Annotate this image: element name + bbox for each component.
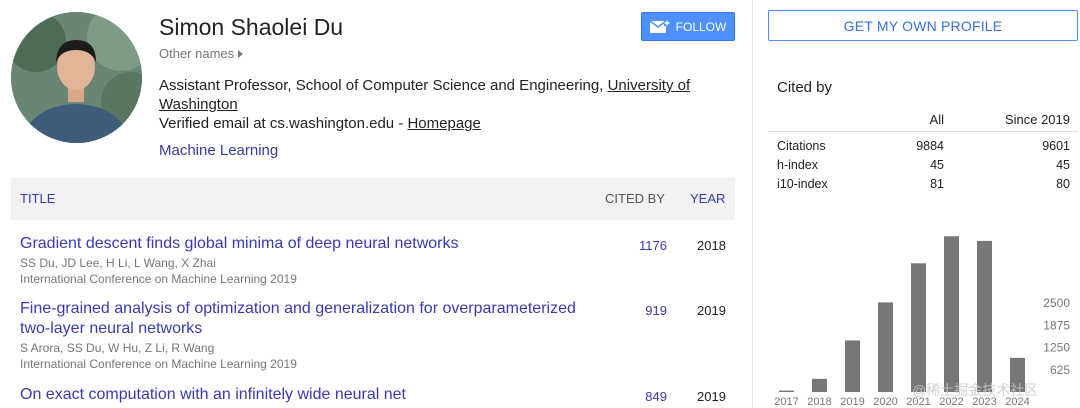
stats-since-value: 80 (1056, 177, 1070, 191)
y-tick-label: 2500 (1043, 296, 1070, 310)
watermark-text: @稀土掘金技术社区 (912, 382, 1039, 398)
citation-stats-table: All Since 2019 Citations 9884 9601 h-ind… (768, 108, 1078, 193)
cited-by-heading: Cited by (777, 79, 833, 96)
citation-bar-2020[interactable] (878, 302, 893, 392)
article-cited-count[interactable]: 849 (617, 389, 667, 404)
article-year: 2019 (697, 389, 726, 404)
column-divider (752, 0, 753, 408)
article-year: 2018 (697, 238, 726, 253)
article-authors: SS Du, JD Lee, H Li, L Wang, X Zhai (20, 256, 216, 270)
x-tick-label: 2019 (840, 396, 864, 408)
stats-since-header: Since 2019 (1004, 112, 1070, 127)
stats-since-value: 45 (1056, 158, 1070, 172)
profile-photo (11, 12, 142, 143)
email-text: Verified email at cs.washington.edu - (159, 115, 408, 132)
article-venue: International Conference on Machine Lear… (20, 357, 297, 371)
cited-by-header[interactable]: CITED BY (605, 191, 665, 206)
y-tick-label: 1875 (1043, 318, 1070, 332)
profile-name: Simon Shaolei Du (159, 14, 344, 40)
follow-button[interactable]: FOLLOW (641, 12, 735, 41)
citation-bar-2019[interactable] (845, 340, 860, 392)
stats-all-header: All (929, 112, 944, 127)
article-venue: International Conference on Machine Lear… (20, 272, 297, 286)
y-tick-label: 625 (1050, 363, 1070, 377)
citation-bar-2017[interactable] (779, 390, 794, 392)
y-tick-label: 1250 (1043, 341, 1070, 355)
x-tick-label: 2018 (807, 396, 831, 408)
verified-email: Verified email at cs.washington.edu - Ho… (159, 115, 481, 132)
stats-header-row: All Since 2019 (768, 108, 1078, 132)
articles-table-header: TITLE CITED BY YEAR (11, 178, 735, 220)
research-interest-link[interactable]: Machine Learning (159, 142, 278, 159)
title-sort-header[interactable]: TITLE (20, 191, 55, 206)
citation-bar-2018[interactable] (812, 378, 827, 392)
stats-label: h-index (777, 158, 818, 172)
envelope-plus-icon (649, 19, 670, 33)
citation-bar-2022[interactable] (944, 236, 959, 392)
get-my-own-profile-button[interactable]: GET MY OWN PROFILE (768, 10, 1078, 41)
article-title-link[interactable]: On exact computation with an infinitely … (20, 385, 600, 405)
stats-row-citations: Citations 9884 9601 (768, 136, 1078, 155)
affiliation: Assistant Professor, School of Computer … (159, 76, 719, 114)
citation-bar-2023[interactable] (977, 240, 992, 392)
x-tick-label: 2017 (774, 396, 798, 408)
article-title-link[interactable]: Gradient descent finds global minima of … (20, 234, 600, 254)
stats-since-value: 9601 (1042, 139, 1070, 153)
article-authors: S Arora, SS Du, W Hu, Z Li, R Wang (20, 341, 215, 355)
x-tick-label: 2020 (873, 396, 897, 408)
stats-row-h-index: h-index 45 45 (768, 155, 1078, 174)
caret-right-icon (238, 50, 244, 58)
other-names-toggle[interactable]: Other names (159, 46, 244, 61)
other-names-label: Other names (159, 46, 235, 61)
stats-all-value: 45 (930, 158, 944, 172)
article-title-link[interactable]: Fine-grained analysis of optimization an… (20, 299, 600, 339)
stats-label: Citations (777, 139, 826, 153)
article-cited-count[interactable]: 919 (617, 303, 667, 318)
citation-bar-2021[interactable] (911, 263, 926, 392)
stats-all-value: 81 (930, 177, 944, 191)
article-cited-count[interactable]: 1176 (617, 238, 667, 253)
stats-row-i10-index: i10-index 81 80 (768, 174, 1078, 193)
stats-all-value: 9884 (916, 139, 944, 153)
homepage-link[interactable]: Homepage (407, 115, 480, 132)
year-sort-header[interactable]: YEAR (690, 191, 725, 206)
affiliation-text: Assistant Professor, School of Computer … (159, 77, 608, 94)
article-year: 2019 (697, 303, 726, 318)
stats-label: i10-index (777, 177, 828, 191)
follow-label: FOLLOW (675, 19, 727, 34)
